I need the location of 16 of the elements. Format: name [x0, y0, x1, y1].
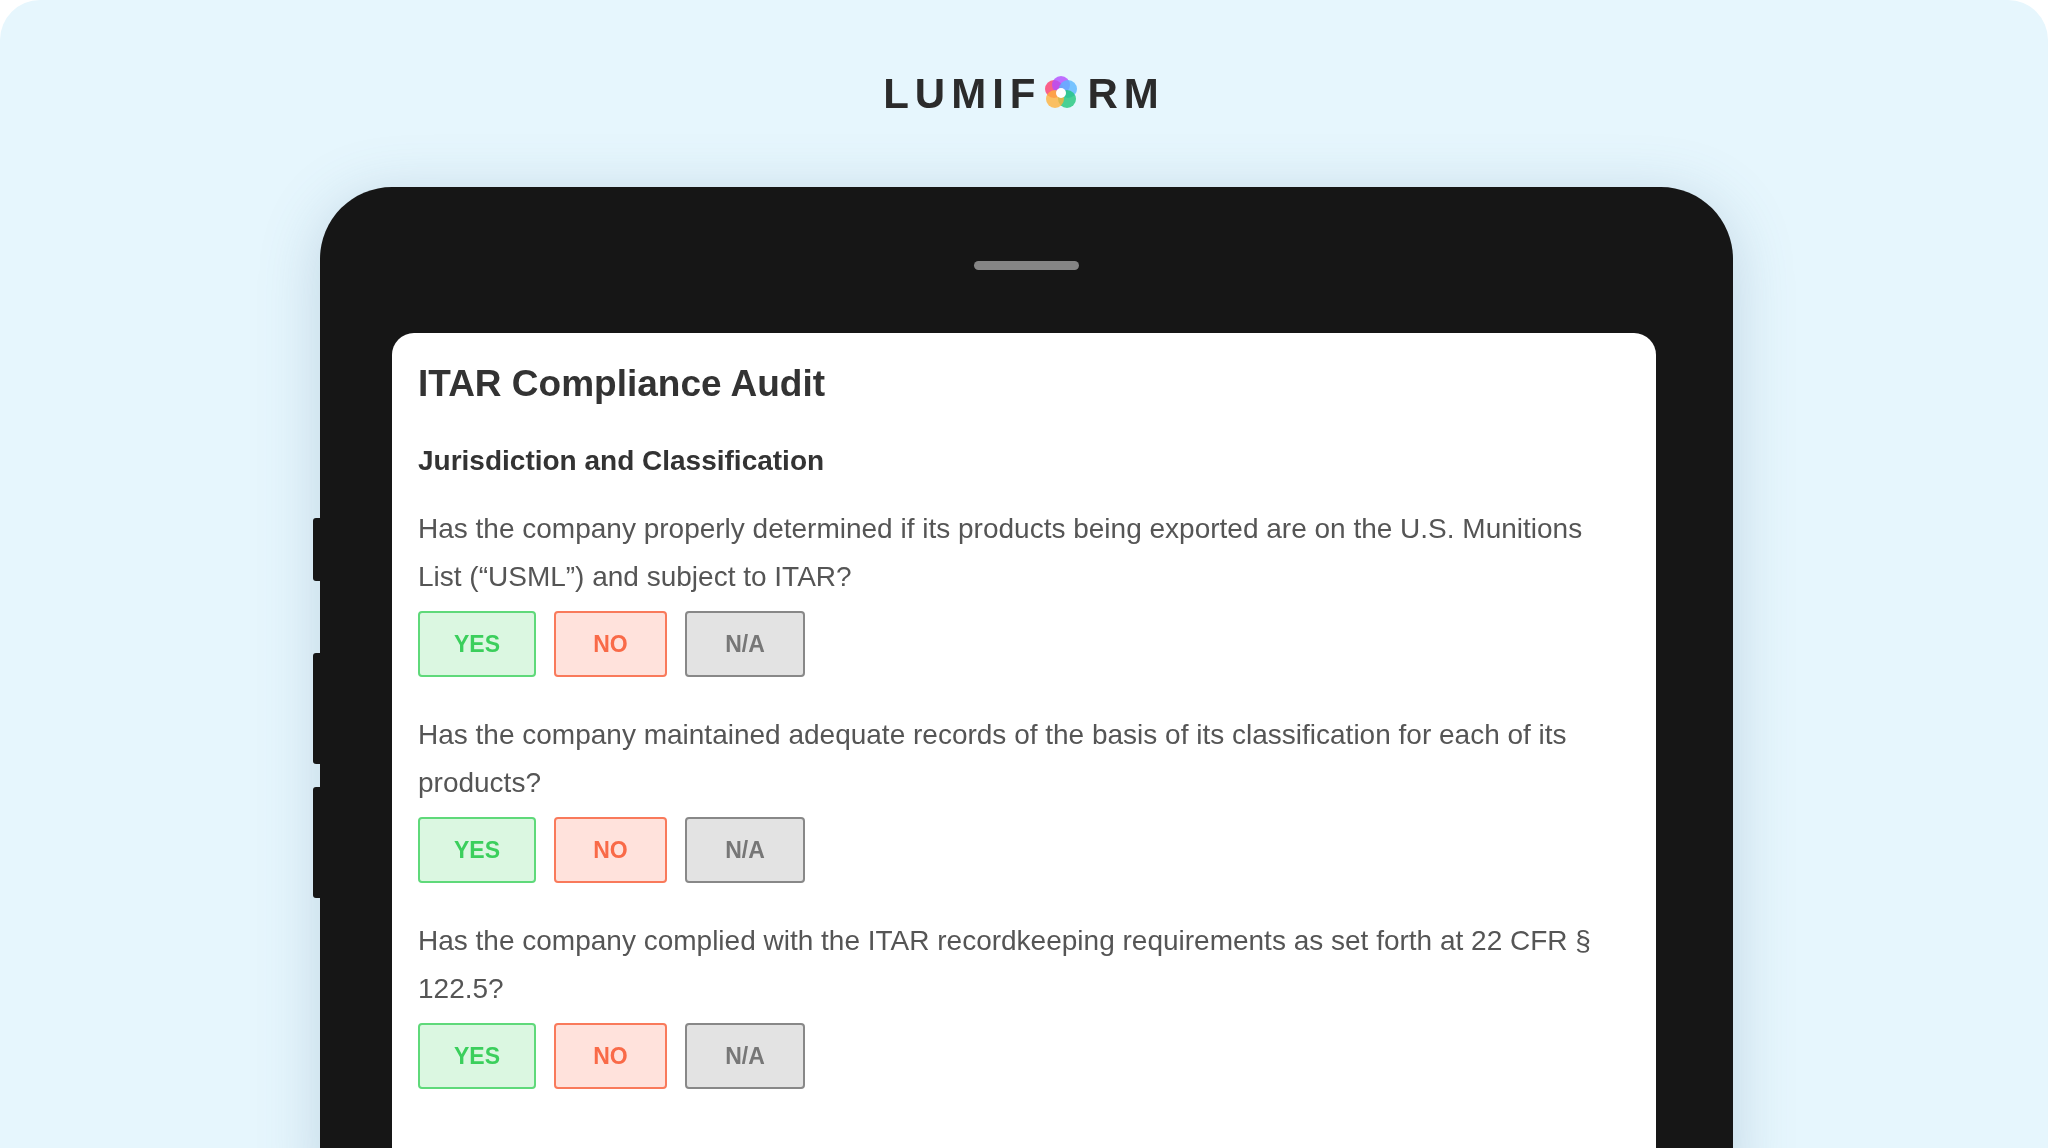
answer-button[interactable]: NO [554, 611, 667, 677]
answer-button[interactable]: N/A [685, 1023, 805, 1089]
answer-button[interactable]: YES [418, 817, 536, 883]
answer-button[interactable]: NO [554, 1023, 667, 1089]
form-title: ITAR Compliance Audit [418, 363, 826, 405]
answer-button[interactable]: N/A [685, 817, 805, 883]
answer-button[interactable]: NO [554, 817, 667, 883]
answer-button[interactable]: YES [418, 611, 536, 677]
question-text: Has the company properly determined if its products being exported are on the U.S. Munitions List (“USML”) and subject to ITAR? [418, 512, 1584, 594]
question-text: Has the company maintained adequate records of the basis of its classification for each of its products? [418, 718, 1568, 800]
answer-button[interactable]: YES [418, 1023, 536, 1089]
answer-button[interactable]: N/A [685, 611, 805, 677]
question-text: Has the company complied with the ITAR recordkeeping requirements as set forth at 22 CFR § 122.5? [418, 924, 1592, 1006]
logo-text: RM [1087, 70, 1165, 118]
logo-text: LUMIF [883, 70, 1042, 118]
section-heading: Jurisdiction and Classification [418, 445, 826, 477]
